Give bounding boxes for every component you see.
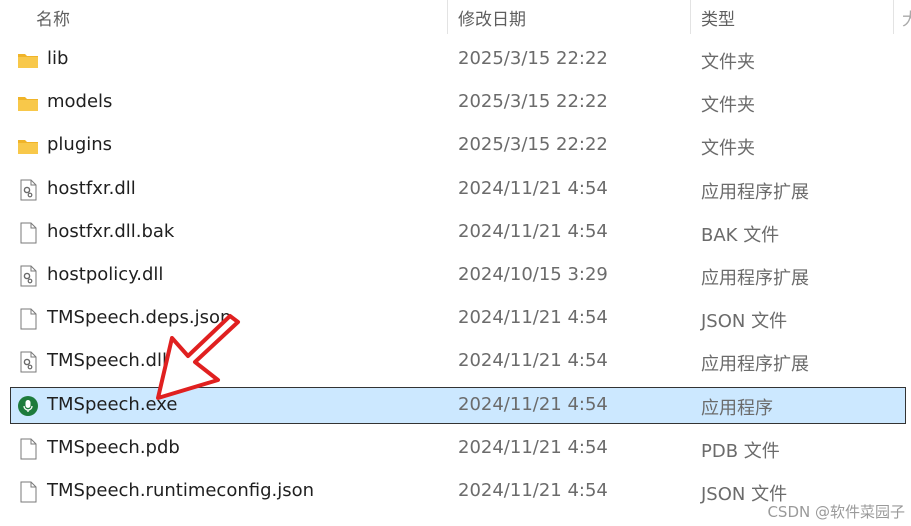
dll-file-icon bbox=[17, 265, 39, 287]
dll-file-icon bbox=[17, 351, 39, 373]
file-row[interactable]: models 2025/3/15 22:22 文件夹 bbox=[10, 84, 906, 121]
file-modified-date: 2025/3/15 22:22 bbox=[458, 48, 608, 69]
sort-caret-icon: ^ bbox=[232, 0, 240, 5]
file-modified-date: 2025/3/15 22:22 bbox=[458, 134, 608, 156]
file-name: TMSpeech.dll bbox=[47, 350, 167, 372]
column-header-name[interactable]: 名称 bbox=[36, 5, 70, 30]
blank-file-icon bbox=[17, 222, 39, 244]
file-type: 应用程序扩展 bbox=[701, 268, 809, 289]
file-name: TMSpeech.deps.json bbox=[47, 307, 232, 329]
file-name: TMSpeech.pdb bbox=[47, 436, 180, 458]
file-type: 应用程序 bbox=[701, 397, 773, 419]
blank-file-icon bbox=[17, 481, 39, 503]
folder-icon bbox=[17, 49, 39, 71]
file-row[interactable]: hostfxr.dll 2024/11/21 4:54 应用程序扩展 bbox=[10, 171, 906, 208]
column-header-type[interactable]: 类型 bbox=[701, 5, 735, 30]
watermark: CSDN @软件菜园子 bbox=[767, 503, 905, 521]
file-row[interactable]: hostfxr.dll.bak 2024/11/21 4:54 BAK 文件 bbox=[10, 214, 906, 251]
file-modified-date: 2024/11/21 4:54 bbox=[458, 177, 608, 199]
folder-icon bbox=[17, 92, 39, 114]
file-name: hostpolicy.dll bbox=[47, 264, 164, 285]
file-modified-date: 2024/11/21 4:54 bbox=[458, 393, 608, 415]
column-divider[interactable] bbox=[447, 0, 448, 34]
file-row[interactable]: TMSpeech.exe 2024/11/21 4:54 应用程序 bbox=[10, 386, 906, 424]
file-modified-date: 2024/11/21 4:54 bbox=[458, 220, 608, 242]
column-header-date[interactable]: 修改日期 bbox=[458, 5, 526, 30]
file-row[interactable]: TMSpeech.deps.json 2024/11/21 4:54 JSON 文件 bbox=[10, 300, 906, 337]
file-type: BAK 文件 bbox=[701, 224, 780, 246]
file-name: plugins bbox=[47, 134, 113, 156]
file-row[interactable]: plugins 2025/3/15 22:22 文件夹 bbox=[10, 127, 906, 164]
file-name: TMSpeech.exe bbox=[47, 393, 178, 415]
column-divider[interactable] bbox=[690, 0, 691, 34]
file-type: PDB 文件 bbox=[701, 440, 780, 462]
blank-file-icon bbox=[17, 308, 39, 330]
file-name: TMSpeech.runtimeconfig.json bbox=[47, 480, 315, 501]
microphone-app-icon bbox=[17, 395, 39, 417]
file-type: 文件夹 bbox=[701, 138, 755, 160]
file-name: hostfxr.dll.bak bbox=[47, 220, 175, 242]
file-type: 应用程序扩展 bbox=[701, 354, 809, 376]
blank-file-icon bbox=[17, 438, 39, 460]
column-divider[interactable] bbox=[893, 0, 894, 34]
file-row[interactable]: TMSpeech.dll 2024/11/21 4:54 应用程序扩展 bbox=[10, 343, 906, 380]
file-name: hostfxr.dll bbox=[47, 177, 136, 199]
file-type: JSON 文件 bbox=[701, 311, 788, 333]
file-type: 文件夹 bbox=[701, 95, 755, 117]
dll-file-icon bbox=[17, 179, 39, 201]
file-modified-date: 2024/11/21 4:54 bbox=[458, 480, 608, 501]
file-modified-date: 2024/11/21 4:54 bbox=[458, 307, 608, 329]
file-name: models bbox=[47, 91, 113, 113]
file-type: 应用程序扩展 bbox=[701, 181, 809, 203]
column-header-bar: 名称 ^ 修改日期 类型 大 bbox=[0, 0, 911, 34]
file-modified-date: 2025/3/15 22:22 bbox=[458, 91, 608, 113]
file-modified-date: 2024/11/21 4:54 bbox=[458, 350, 608, 372]
file-name: lib bbox=[47, 48, 69, 69]
file-modified-date: 2024/10/15 3:29 bbox=[458, 264, 608, 285]
column-header-size[interactable]: 大 bbox=[902, 5, 911, 30]
file-type: 文件夹 bbox=[701, 52, 755, 73]
file-modified-date: 2024/11/21 4:54 bbox=[458, 436, 608, 458]
file-row[interactable]: hostpolicy.dll 2024/10/15 3:29 应用程序扩展 bbox=[10, 257, 906, 294]
file-row[interactable]: TMSpeech.pdb 2024/11/21 4:54 PDB 文件 bbox=[10, 430, 906, 467]
file-row[interactable]: lib 2025/3/15 22:22 文件夹 bbox=[10, 41, 906, 78]
folder-icon bbox=[17, 135, 39, 157]
